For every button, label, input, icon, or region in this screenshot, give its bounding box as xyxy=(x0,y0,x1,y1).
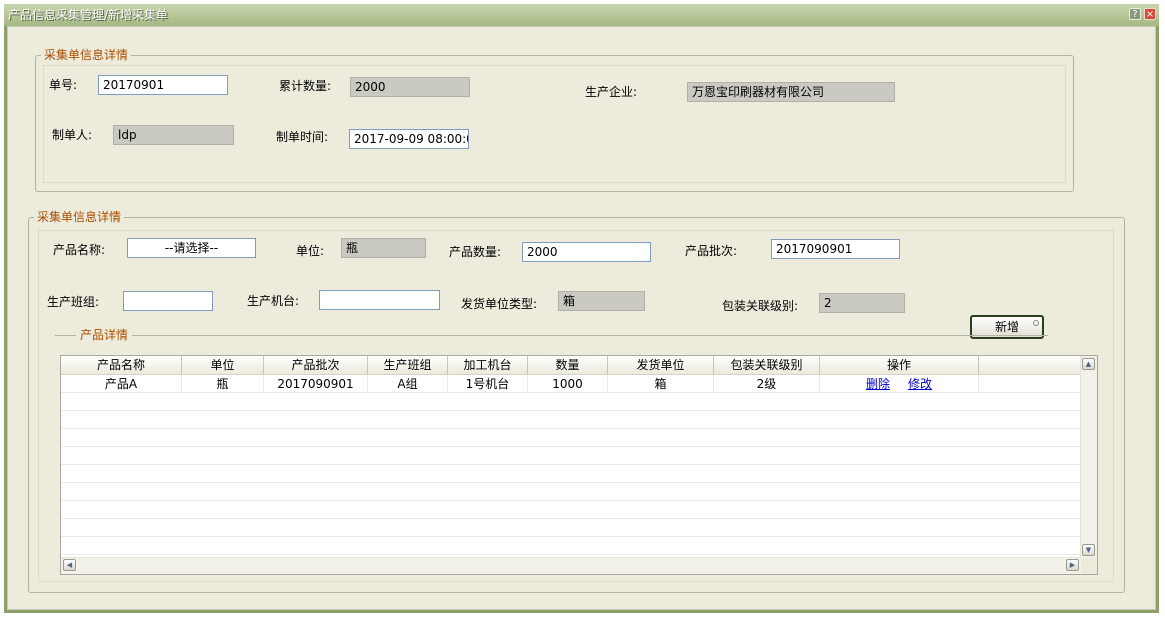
product-qty-label: 产品数量: xyxy=(449,245,502,259)
scroll-corner xyxy=(1081,558,1097,574)
batch-label: 产品批次: xyxy=(685,244,738,258)
details-grid: 产品名称 单位 产品批次 生产班组 加工机台 数量 发货单位 包装关联级别 操作… xyxy=(60,355,1098,575)
company-field: 万恩宝印刷器材有限公司 xyxy=(687,82,895,102)
empty-row xyxy=(61,447,1081,465)
horizontal-scrollbar[interactable]: ◀ ▶ xyxy=(61,557,1081,574)
creator-field: ldp xyxy=(113,125,234,145)
delete-link[interactable]: 删除 xyxy=(866,377,890,391)
client-area: 采集单信息详情 单号: 20170901 累计数量: 2000 生产企业: 万恩… xyxy=(7,26,1156,610)
machine-field[interactable] xyxy=(319,290,440,310)
total-qty-field: 2000 xyxy=(350,77,470,97)
batch-field[interactable]: 2017090901 xyxy=(771,239,900,259)
total-qty-label: 累计数量: xyxy=(279,79,332,93)
details-legend: 产品详情 xyxy=(76,328,133,342)
order-no-label: 单号: xyxy=(49,78,78,92)
details-separator xyxy=(55,335,1048,336)
grid-header: 产品名称 单位 产品批次 生产班组 加工机台 数量 发货单位 包装关联级别 操作 xyxy=(61,356,1081,375)
window-title: 产品信息采集管理/新增采集单 xyxy=(8,8,169,22)
machine-label: 生产机台: xyxy=(247,294,300,308)
order-info-legend: 采集单信息详情 xyxy=(44,48,129,62)
close-button[interactable]: × xyxy=(1144,8,1156,20)
collect-info-legend: 采集单信息详情 xyxy=(37,210,122,224)
pack-level-field: 2 xyxy=(819,293,905,313)
empty-row xyxy=(61,393,1081,411)
col-header-unit[interactable]: 单位 xyxy=(182,356,264,374)
product-qty-field[interactable]: 2000 xyxy=(522,242,651,262)
cell-batch: 2017090901 xyxy=(264,375,368,393)
table-row[interactable]: 产品A 瓶 2017090901 A组 1号机台 1000 箱 2级 删除 修改 xyxy=(61,375,1081,393)
col-header-ship-unit[interactable]: 发货单位 xyxy=(608,356,714,374)
cell-team: A组 xyxy=(368,375,448,393)
product-name-select[interactable]: --请选择-- xyxy=(127,238,256,258)
create-time-label: 制单时间: xyxy=(276,130,329,144)
col-header-product-name[interactable]: 产品名称 xyxy=(61,356,182,374)
col-header-qty[interactable]: 数量 xyxy=(528,356,608,374)
create-time-field[interactable]: 2017-09-09 08:00:00 xyxy=(349,129,469,149)
ship-unit-type-field: 箱 xyxy=(558,291,645,311)
scroll-right-icon[interactable]: ▶ xyxy=(1066,559,1079,571)
pack-level-label: 包装关联级别: xyxy=(722,299,799,313)
cell-machine: 1号机台 xyxy=(448,375,528,393)
app-window: 产品信息采集管理/新增采集单 ? × 采集单信息详情 单号: 20170901 … xyxy=(4,4,1159,613)
empty-row xyxy=(61,483,1081,501)
cell-product-name: 产品A xyxy=(61,375,182,393)
unit-label: 单位: xyxy=(296,244,325,258)
col-header-pack-level[interactable]: 包装关联级别 xyxy=(714,356,820,374)
col-header-actions[interactable]: 操作 xyxy=(820,356,979,374)
edit-link[interactable]: 修改 xyxy=(908,377,932,391)
col-header-team[interactable]: 生产班组 xyxy=(368,356,448,374)
col-header-batch[interactable]: 产品批次 xyxy=(264,356,368,374)
scroll-down-icon[interactable]: ▼ xyxy=(1082,544,1095,556)
empty-row xyxy=(61,411,1081,429)
empty-row xyxy=(61,465,1081,483)
col-header-machine[interactable]: 加工机台 xyxy=(448,356,528,374)
cell-ship-unit: 箱 xyxy=(608,375,714,393)
empty-row xyxy=(61,537,1081,555)
unit-field: 瓶 xyxy=(341,238,426,258)
button-dot-icon xyxy=(1033,320,1039,326)
order-no-field[interactable]: 20170901 xyxy=(98,75,228,95)
product-name-label: 产品名称: xyxy=(53,243,106,257)
creator-label: 制单人: xyxy=(52,128,93,142)
cell-unit: 瓶 xyxy=(182,375,264,393)
empty-row xyxy=(61,519,1081,537)
team-label: 生产班组: xyxy=(47,295,100,309)
scroll-left-icon[interactable]: ◀ xyxy=(63,559,76,571)
scroll-up-icon[interactable]: ▲ xyxy=(1082,358,1095,370)
title-bar: 产品信息采集管理/新增采集单 ? × xyxy=(4,4,1159,26)
empty-row xyxy=(61,501,1081,519)
cell-actions: 删除 修改 xyxy=(820,375,979,393)
team-field[interactable] xyxy=(123,291,213,311)
cell-qty: 1000 xyxy=(528,375,608,393)
help-button[interactable]: ? xyxy=(1129,8,1141,20)
company-label: 生产企业: xyxy=(585,85,638,99)
vertical-scrollbar[interactable]: ▲ ▼ xyxy=(1080,356,1097,558)
cell-pack-level: 2级 xyxy=(714,375,820,393)
add-button-label: 新增 xyxy=(994,320,1019,334)
empty-row xyxy=(61,429,1081,447)
ship-unit-type-label: 发货单位类型: xyxy=(461,297,538,311)
